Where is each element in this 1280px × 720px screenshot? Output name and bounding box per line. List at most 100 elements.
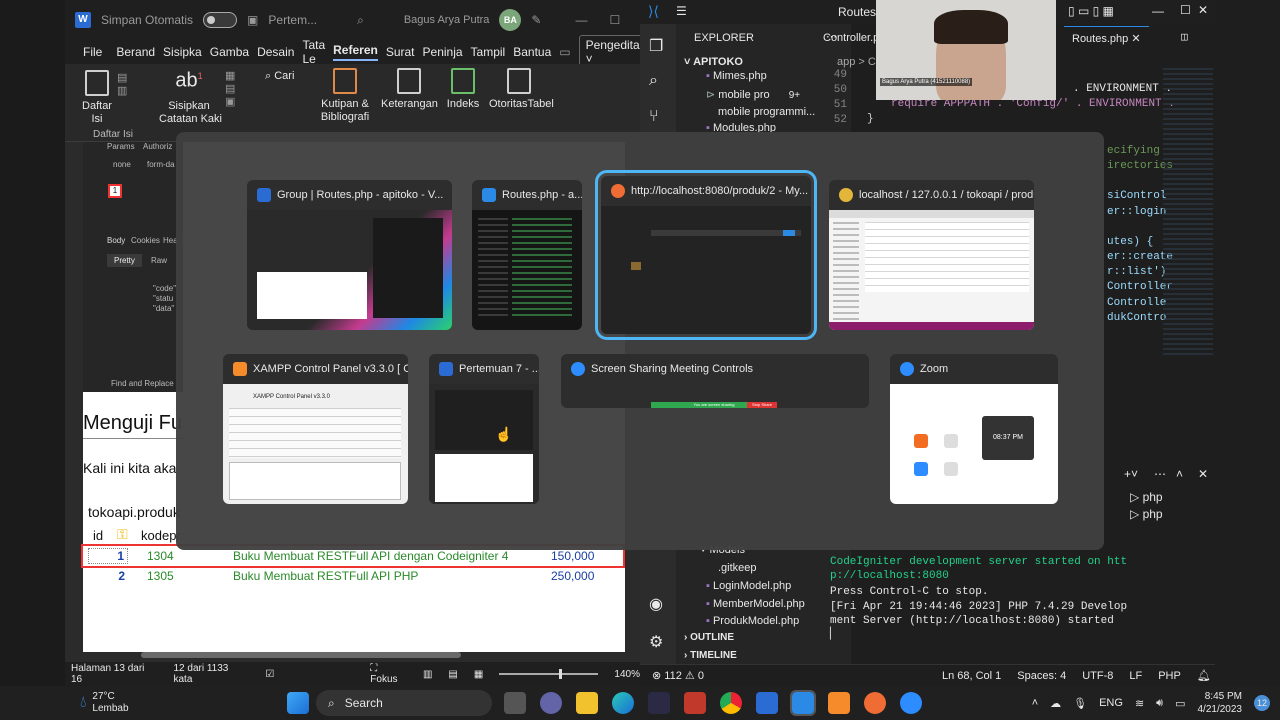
terminal-item[interactable]: ▷ php (1130, 490, 1163, 504)
window-card[interactable]: localhost / 127.0.0.1 / tokoapi / produ.… (829, 180, 1034, 330)
file-item[interactable]: ⊳ mobile pro 9+ (706, 88, 800, 101)
zoom-icon[interactable] (900, 692, 922, 714)
terminal-item[interactable]: ▷ php (1130, 507, 1163, 521)
vscode-icon[interactable] (790, 690, 816, 716)
microphone-icon[interactable]: 🎙︎ (1073, 697, 1087, 710)
language-mode[interactable]: PHP (1158, 670, 1181, 682)
chrome-icon[interactable] (720, 692, 742, 714)
close-icon[interactable]: ✕ (1198, 3, 1208, 17)
cloud-icon[interactable]: ☁ (1050, 697, 1061, 710)
zoom-slider[interactable] (499, 669, 599, 679)
minimize-icon[interactable]: — (1152, 4, 1164, 18)
search-icon[interactable]: ⌕ (649, 72, 658, 90)
tab-view[interactable]: Tampil (471, 45, 506, 59)
notification-count[interactable]: 12 (1254, 695, 1270, 711)
footnote-button[interactable]: ab1 Sisipkan Catatan Kaki (159, 70, 222, 126)
web-layout-icon[interactable]: ▦ (474, 669, 483, 680)
cursor-position[interactable]: Ln 68, Col 1 (942, 670, 1001, 682)
eol[interactable]: LF (1129, 670, 1142, 682)
weather-widget[interactable]: 💧︎ 27°C Lembab (80, 691, 280, 715)
file-item[interactable]: ▪ MemberModel.php (706, 598, 805, 610)
tab-design[interactable]: Desain (257, 45, 294, 59)
start-icon[interactable] (287, 692, 309, 714)
footnote-tools-icon[interactable]: ▦ ▤ ▣ (225, 70, 235, 109)
indentation[interactable]: Spaces: 4 (1017, 670, 1066, 682)
battery-icon[interactable]: ▭ (1175, 697, 1185, 710)
avatar[interactable]: BA (499, 9, 522, 31)
file-item[interactable]: ▪ Mimes.php (706, 70, 767, 82)
search-icon[interactable]: ⌕ (357, 13, 364, 28)
autosave-toggle[interactable] (203, 12, 238, 28)
window-card[interactable]: Group | Routes.php - apitoko - V... (247, 180, 452, 330)
maximize-icon[interactable]: ☐ (609, 13, 620, 27)
citation-button[interactable]: Kutipan & Bibliografi (317, 68, 373, 124)
encoding[interactable]: UTF-8 (1082, 670, 1113, 682)
split-editor-icon[interactable]: ◫ (1181, 30, 1188, 44)
window-card[interactable]: XAMPP Control Panel v3.3.0 [ C... XAMPP … (223, 354, 408, 504)
explorer-icon[interactable]: ❐ (649, 36, 663, 56)
minimize-icon[interactable]: — (575, 13, 587, 27)
window-card[interactable]: Pertemuan 7 - ... ☝ (429, 354, 539, 504)
store-icon[interactable] (648, 692, 670, 714)
new-terminal-icon[interactable]: +˅ (1124, 467, 1138, 481)
authority-button[interactable]: OtoritasTabel (489, 68, 554, 111)
teams-chat-icon[interactable] (540, 692, 562, 714)
page-count[interactable]: Halaman 13 dari 16 (71, 663, 157, 685)
toc-update-icon[interactable]: ▤ ▥ (117, 72, 127, 98)
tab-layout[interactable]: Tata Le (302, 38, 325, 66)
toc-button[interactable]: Daftar Isi (77, 70, 117, 126)
document-name[interactable]: Pertem... (268, 13, 317, 27)
index-button[interactable]: Indeks (443, 68, 483, 111)
clock[interactable]: 8:45 PM 4/21/2023 (1198, 690, 1243, 716)
tab-help[interactable]: Bantua (513, 45, 551, 59)
minimap[interactable] (1163, 68, 1213, 358)
tab-file[interactable]: File (83, 45, 102, 59)
maximize-icon[interactable]: ☐ (1180, 3, 1191, 17)
pen-icon[interactable]: ✎ (531, 13, 541, 27)
language-indicator[interactable]: ENG (1099, 697, 1123, 709)
proofing-icon[interactable]: ☑ (265, 669, 274, 680)
chevron-up-icon[interactable]: ˄ (1176, 467, 1183, 481)
layout-icon[interactable]: ▯ ▭ ▯ ▦ (1068, 4, 1114, 18)
comment-icon[interactable]: ▭ (559, 45, 570, 59)
window-card[interactable]: Zoom 08:37 PM (890, 354, 1058, 504)
word-count[interactable]: 12 dari 1133 kata (173, 663, 249, 685)
xampp-icon[interactable] (828, 692, 850, 714)
save-icon[interactable]: ▣ (247, 13, 258, 27)
window-card-selected[interactable]: http://localhost:8080/produk/2 - My... (595, 170, 817, 340)
smart-lookup-button[interactable]: ⌕ Cari (265, 70, 294, 83)
source-control-icon[interactable]: ⑂ (649, 108, 659, 126)
chevron-up-icon[interactable]: ˄ (1032, 697, 1038, 709)
account-icon[interactable]: ◉ (649, 594, 663, 614)
volume-icon[interactable]: 🔊︎ (1156, 697, 1163, 710)
table-row[interactable]: 2 1305 Buku Membuat RESTFull API PHP 250… (83, 566, 623, 586)
file-item[interactable]: ▪ LoginModel.php (706, 580, 791, 592)
window-card[interactable]: Screen Sharing Meeting Controls You are … (561, 354, 869, 408)
read-mode-icon[interactable]: ▥ (423, 669, 432, 680)
mcafee-icon[interactable] (684, 692, 706, 714)
edge-icon[interactable] (612, 692, 634, 714)
horizontal-scrollbar[interactable] (141, 652, 461, 658)
caption-button[interactable]: Keterangan (381, 68, 438, 111)
focus-button[interactable]: ⛶ Fokus (370, 663, 407, 685)
timeline-section[interactable]: › TIMELINE (684, 650, 737, 661)
tab-draw[interactable]: Gamba (210, 45, 249, 59)
tab-home[interactable]: Berand (116, 45, 155, 59)
terminal[interactable]: CodeIgniter development server started o… (821, 555, 1215, 665)
word-icon[interactable] (756, 692, 778, 714)
file-item[interactable]: .gitkeep (718, 562, 757, 574)
project-root[interactable]: ˅ APITOKO (684, 56, 743, 68)
outline-section[interactable]: › OUTLINE (684, 632, 734, 643)
file-explorer-icon[interactable] (576, 692, 598, 714)
print-layout-icon[interactable]: ▤ (448, 669, 457, 680)
problems-indicator[interactable]: ⊗ 112 ⚠ 0 (652, 669, 704, 682)
file-item[interactable]: ▪ ProdukModel.php (706, 615, 799, 627)
zoom-thumb[interactable] (559, 669, 563, 679)
tab-mailings[interactable]: Surat (386, 45, 415, 59)
tab-insert[interactable]: Sisipka (163, 45, 202, 59)
menu-icon[interactable]: ☰ (676, 4, 687, 18)
more-icon[interactable]: ⋯ (1154, 467, 1166, 481)
postman-icon[interactable] (864, 692, 886, 714)
tab-review[interactable]: Peninja (423, 45, 463, 59)
zoom-level[interactable]: 140% (614, 669, 640, 680)
